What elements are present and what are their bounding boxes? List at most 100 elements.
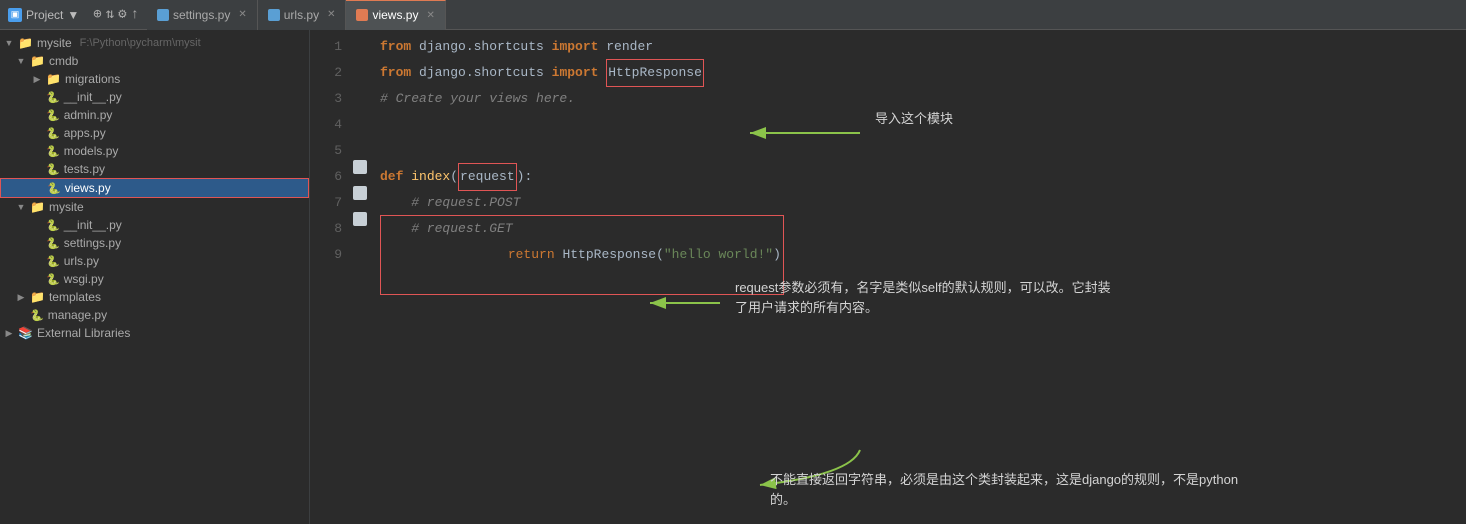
sidebar-item-cmdb[interactable]: ▼ 📁 cmdb — [0, 52, 309, 70]
sidebar-item-tests[interactable]: 🐍 tests.py — [0, 160, 309, 178]
editor-content: 1 2 3 4 5 6 7 8 9 from django. — [310, 30, 1466, 524]
line-num-6: 6 — [310, 164, 342, 190]
line-num-7: 7 — [310, 190, 342, 216]
gutter — [350, 30, 372, 524]
admin-label: admin.py — [64, 108, 113, 122]
toolbar-icons: ⊕ ⇅ ⚙ ↑ — [93, 6, 139, 23]
folder-icon-mysite: 📁 — [18, 36, 33, 50]
line-num-5: 5 — [310, 138, 342, 164]
code-area[interactable]: from django.shortcuts import render from… — [372, 30, 1466, 524]
code-line-5 — [380, 138, 1458, 164]
kw-def: def — [380, 164, 411, 190]
file-icon-wsgi: 🐍 — [46, 273, 60, 286]
code-line-3: # Create your views here. — [380, 86, 1458, 112]
tab-views-close[interactable]: ✕ — [426, 10, 434, 21]
mysite-root-label: mysite — [37, 36, 72, 50]
file-icon-settings: 🐍 — [46, 237, 60, 250]
toolbar-icon-1[interactable]: ⊕ — [93, 6, 101, 23]
sidebar-item-admin[interactable]: 🐍 admin.py — [0, 106, 309, 124]
code-line-2: from django.shortcuts import HttpRespons… — [380, 60, 1458, 86]
folder-icon-mysite-sub: 📁 — [30, 200, 45, 214]
file-icon-models: 🐍 — [46, 145, 60, 158]
sidebar-item-templates[interactable]: ▶ 📁 templates — [0, 288, 309, 306]
models-label: models.py — [64, 144, 119, 158]
gutter-mark-6 — [353, 160, 367, 174]
sidebar-item-apps[interactable]: 🐍 apps.py — [0, 124, 309, 142]
tab-settings-close[interactable]: ✕ — [238, 9, 246, 20]
line-num-4: 4 — [310, 112, 342, 138]
file-icon-apps: 🐍 — [46, 127, 60, 140]
str-hello: "hello world!" — [664, 247, 773, 262]
sidebar-item-manage[interactable]: 🐍 manage.py — [0, 306, 309, 324]
arrow-mysite: ▼ — [4, 38, 14, 48]
code-line-4 — [380, 112, 1458, 138]
sidebar-item-init-cmdb[interactable]: 🐍 __init__.py — [0, 88, 309, 106]
file-icon-urls: 🐍 — [46, 255, 60, 268]
file-icon-manage: 🐍 — [30, 309, 44, 322]
ext-libs-icon: 📚 — [18, 326, 33, 340]
comment-3: # Create your views here. — [380, 86, 575, 112]
paren-close: ): — [517, 164, 533, 190]
file-icon-views: 🐍 — [47, 182, 61, 195]
toolbar-icon-3[interactable]: ⚙ — [118, 6, 126, 23]
apps-label: apps.py — [64, 126, 106, 140]
file-icon-admin: 🐍 — [46, 109, 60, 122]
paren-close-9: ) — [773, 247, 781, 262]
line-num-1: 1 — [310, 34, 342, 60]
tab-settings-label: settings.py — [173, 8, 230, 22]
mysite-sub-label: mysite — [49, 200, 84, 214]
render: render — [606, 34, 653, 60]
sidebar-item-views[interactable]: 🐍 views.py — [0, 178, 309, 198]
tab-views[interactable]: views.py ✕ — [346, 0, 445, 30]
sidebar-item-urls[interactable]: 🐍 urls.py — [0, 252, 309, 270]
kw-import-1: import — [552, 34, 607, 60]
code-line-1: from django.shortcuts import render — [380, 34, 1458, 60]
module-1: django.shortcuts — [419, 34, 552, 60]
sidebar-item-migrations[interactable]: ▶ 📁 migrations — [0, 70, 309, 88]
folder-icon-templates: 📁 — [30, 290, 45, 304]
settings-file-icon — [157, 9, 169, 21]
title-bar: ▣ Project ▼ ⊕ ⇅ ⚙ ↑ settings.py ✕ urls.p… — [0, 0, 1466, 30]
project-dropdown[interactable]: ▣ Project ▼ — [8, 8, 79, 22]
line-num-3: 3 — [310, 86, 342, 112]
request-highlight: request — [458, 163, 517, 191]
tab-views-label: views.py — [372, 8, 418, 22]
kw-import-2: import — [552, 60, 607, 86]
sidebar-item-ext-libs[interactable]: ▶ 📚 External Libraries — [0, 324, 309, 342]
httpresponse-call: HttpResponse( — [562, 247, 663, 262]
urls-file-icon — [268, 9, 280, 21]
editor[interactable]: 1 2 3 4 5 6 7 8 9 from django. — [310, 30, 1466, 524]
line-num-9: 9 — [310, 242, 342, 268]
sidebar-item-settings[interactable]: 🐍 settings.py — [0, 234, 309, 252]
tabs-bar: settings.py ✕ urls.py ✕ views.py ✕ — [147, 0, 1458, 30]
code-line-6: def index(request): — [380, 164, 1458, 190]
sidebar-item-mysite-root[interactable]: ▼ 📁 mysite F:\Python\pycharm\mysit — [0, 34, 309, 52]
settings-label: settings.py — [64, 236, 121, 250]
gutter-mark-7 — [353, 186, 367, 200]
sidebar-item-models[interactable]: 🐍 models.py — [0, 142, 309, 160]
sidebar-item-init-mysite[interactable]: 🐍 __init__.py — [0, 216, 309, 234]
project-dropdown-arrow: ▼ — [67, 8, 79, 22]
views-label: views.py — [65, 181, 111, 195]
views-file-icon — [356, 9, 368, 21]
sidebar: ▼ 📁 mysite F:\Python\pycharm\mysit ▼ 📁 c… — [0, 30, 310, 524]
urls-label: urls.py — [64, 254, 99, 268]
kw-from-1: from — [380, 34, 419, 60]
cmdb-label: cmdb — [49, 54, 78, 68]
ext-libs-label: External Libraries — [37, 326, 130, 340]
folder-icon-cmdb: 📁 — [30, 54, 45, 68]
arrow-ext-libs: ▶ — [4, 328, 14, 339]
tab-urls-close[interactable]: ✕ — [327, 9, 335, 20]
tab-urls[interactable]: urls.py ✕ — [258, 0, 347, 30]
arrow-mysite-sub: ▼ — [16, 202, 26, 212]
project-label: Project — [26, 8, 63, 22]
sidebar-item-wsgi[interactable]: 🐍 wsgi.py — [0, 270, 309, 288]
sidebar-item-mysite-sub[interactable]: ▼ 📁 mysite — [0, 198, 309, 216]
init-cmdb-label: __init__.py — [64, 90, 122, 104]
migrations-label: migrations — [65, 72, 120, 86]
toolbar-icon-4[interactable]: ↑ — [131, 7, 139, 23]
kw-return: return — [477, 247, 563, 262]
tests-label: tests.py — [64, 162, 105, 176]
tab-settings[interactable]: settings.py ✕ — [147, 0, 258, 30]
toolbar-icon-2[interactable]: ⇅ — [106, 6, 114, 23]
